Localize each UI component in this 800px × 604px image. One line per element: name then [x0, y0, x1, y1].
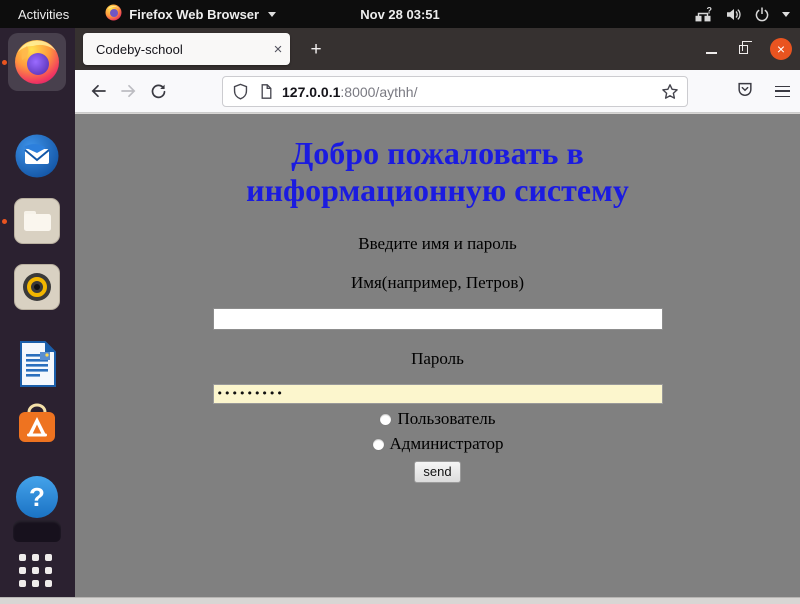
name-field-label: Имя(например, Петров): [75, 273, 800, 293]
back-button[interactable]: [83, 76, 113, 106]
files-icon: [15, 199, 59, 243]
help-icon: ?: [15, 475, 59, 519]
radio-admin[interactable]: [372, 438, 385, 451]
files-running-indicator: [2, 219, 7, 224]
dock-thunderbird[interactable]: [14, 133, 60, 179]
new-tab-button[interactable]: +: [303, 37, 329, 63]
password-input[interactable]: •••••••••: [213, 384, 663, 404]
url-bar[interactable]: 127.0.0.1:8000/aythh/: [222, 76, 688, 107]
dock-ubuntu-software[interactable]: [14, 403, 60, 449]
power-icon[interactable]: [754, 6, 770, 23]
radio-row-admin[interactable]: Администратор: [75, 434, 800, 454]
minimize-button[interactable]: [706, 52, 717, 54]
menu-hamburger-icon[interactable]: [775, 86, 790, 97]
firefox-icon: [13, 38, 61, 86]
show-applications-button[interactable]: [19, 554, 52, 587]
svg-text:?: ?: [29, 482, 45, 512]
reload-button[interactable]: [143, 76, 173, 106]
ubuntu-dock: ?: [0, 28, 75, 597]
firefox-running-indicator: [2, 60, 7, 65]
caret-down-icon: [268, 12, 276, 17]
page-info-icon[interactable]: [258, 83, 274, 100]
window-close-button[interactable]: ×: [770, 38, 792, 60]
shield-icon[interactable]: [232, 83, 249, 100]
svg-text:?: ?: [707, 6, 713, 16]
navigation-toolbar: 127.0.0.1:8000/aythh/: [75, 70, 800, 113]
thunderbird-icon: [14, 133, 60, 179]
tab-codeby-school[interactable]: Codeby-school ×: [83, 33, 290, 65]
firefox-window: Codeby-school × + ×: [75, 28, 800, 597]
restore-button[interactable]: [739, 45, 748, 54]
url-host: 127.0.0.1: [282, 84, 340, 100]
caret-down-icon[interactable]: [782, 12, 790, 17]
radio-user[interactable]: [379, 413, 392, 426]
forward-button[interactable]: [113, 76, 143, 106]
app-menu-label: Firefox Web Browser: [129, 7, 259, 22]
dock-firefox[interactable]: [8, 33, 66, 91]
dock-files[interactable]: [14, 198, 60, 244]
pocket-icon[interactable]: [736, 80, 754, 103]
network-question-icon[interactable]: ?: [694, 6, 713, 23]
desktop-bottom-strip: [0, 597, 800, 604]
radio-user-label: Пользователь: [397, 409, 495, 429]
name-input[interactable]: [213, 308, 663, 330]
tab-title: Codeby-school: [83, 42, 266, 57]
gnome-top-bar: Activities Firefox Web Browser Nov 28 03…: [0, 0, 800, 28]
url-path: :8000/aythh/: [340, 84, 417, 100]
dock-libreoffice-writer[interactable]: [15, 340, 59, 388]
prompt-text: Введите имя и пароль: [75, 234, 800, 254]
send-button[interactable]: send: [414, 461, 460, 483]
url-text[interactable]: 127.0.0.1:8000/aythh/: [282, 84, 661, 100]
ubuntu-software-icon: [14, 403, 60, 449]
tab-close-icon[interactable]: ×: [266, 41, 290, 58]
dock-help[interactable]: ?: [15, 475, 59, 519]
dock-rhythmbox[interactable]: [14, 264, 60, 310]
bookmark-star-icon[interactable]: [661, 83, 679, 101]
dock-dark-app[interactable]: [13, 520, 61, 542]
password-field-label: Пароль: [75, 349, 800, 369]
app-menu[interactable]: Firefox Web Browser: [105, 4, 276, 24]
page-title: Добро пожаловать в информационную систем…: [158, 135, 718, 209]
volume-icon[interactable]: [725, 6, 742, 23]
firefox-small-icon: [105, 4, 122, 24]
page-content: Добро пожаловать в информационную систем…: [75, 114, 800, 597]
radio-admin-label: Администратор: [390, 434, 504, 454]
libreoffice-writer-icon: [15, 340, 59, 388]
activities-button[interactable]: Activities: [0, 0, 87, 28]
tab-bar: Codeby-school × + ×: [75, 28, 800, 70]
radio-row-user[interactable]: Пользователь: [75, 409, 800, 429]
rhythmbox-icon: [15, 265, 59, 309]
